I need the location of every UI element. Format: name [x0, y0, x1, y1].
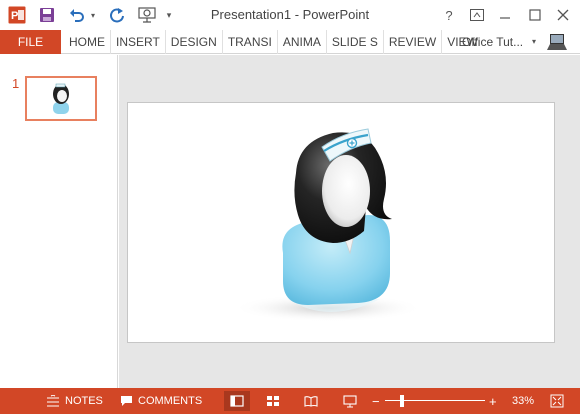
notes-button[interactable]: NOTES [46, 388, 103, 414]
svg-text:P: P [11, 10, 18, 22]
account-name[interactable]: Office Tut... [462, 30, 523, 54]
comments-label: COMMENTS [138, 395, 203, 407]
slide-sorter-icon [267, 396, 279, 406]
slide-show-button[interactable] [337, 391, 363, 411]
reading-view-button[interactable] [298, 391, 324, 411]
ribbon-tabs: HOME INSERT DESIGN TRANSI ANIMA SLIDE S … [64, 30, 483, 54]
tab-animations[interactable]: ANIMA [278, 30, 327, 54]
fit-to-window-icon [550, 394, 564, 408]
normal-view-button[interactable] [224, 391, 250, 411]
nurse-3d-figure[interactable] [128, 103, 554, 342]
tab-file[interactable]: FILE [0, 30, 61, 54]
zoom-in-button[interactable]: + [489, 388, 497, 414]
slide-show-icon [343, 394, 357, 407]
fit-slide-button[interactable] [544, 391, 570, 411]
undo-dropdown-icon[interactable]: ▾ [88, 4, 98, 26]
help-button[interactable]: ? [436, 4, 462, 26]
powerpoint-app-icon[interactable]: P [6, 4, 28, 26]
account-dropdown-icon[interactable]: ▾ [532, 30, 536, 54]
tab-transitions[interactable]: TRANSI [223, 30, 278, 54]
status-bar: NOTES COMMENTS − + 33% [0, 388, 580, 414]
close-icon[interactable] [550, 4, 576, 26]
comments-button[interactable]: COMMENTS [120, 388, 202, 414]
tab-insert[interactable]: INSERT [111, 30, 166, 54]
slide-thumbnail[interactable] [25, 76, 97, 121]
ribbon-tab-bar: FILE HOME INSERT DESIGN TRANSI ANIMA SLI… [0, 30, 580, 54]
slide-sorter-button[interactable] [260, 391, 286, 411]
save-icon[interactable] [36, 4, 58, 26]
reading-view-icon [304, 396, 318, 407]
tab-review[interactable]: REVIEW [384, 30, 443, 54]
start-from-beginning-icon[interactable] [136, 4, 158, 26]
redo-icon[interactable] [106, 4, 128, 26]
notes-icon [47, 395, 59, 407]
ribbon-display-options-icon[interactable] [464, 4, 490, 26]
slides-pane: 1 [0, 55, 118, 388]
maximize-icon[interactable] [522, 4, 548, 26]
notes-label: NOTES [65, 395, 103, 407]
zoom-level[interactable]: 33% [512, 388, 534, 414]
tab-slide-show[interactable]: SLIDE S [327, 30, 384, 54]
slide-canvas[interactable] [127, 102, 555, 343]
tab-design[interactable]: DESIGN [166, 30, 223, 54]
undo-icon[interactable] [66, 4, 88, 26]
account-avatar[interactable] [545, 32, 569, 52]
minimize-icon[interactable] [492, 4, 518, 26]
comments-icon [121, 396, 132, 406]
slide-number: 1 [12, 76, 20, 91]
slide-editor [119, 55, 580, 388]
zoom-slider-thumb[interactable] [399, 395, 404, 407]
thumbnail-nurse-icon [53, 83, 69, 114]
zoom-out-button[interactable]: − [372, 388, 380, 414]
tab-home[interactable]: HOME [64, 30, 111, 54]
title-bar: Presentation1 - PowerPoint P ▾ ▾ ? [0, 0, 580, 30]
customize-quick-access-icon[interactable]: ▾ [162, 4, 176, 26]
normal-view-icon [230, 395, 244, 407]
powerpoint-window: Presentation1 - PowerPoint P ▾ ▾ ? FILE … [0, 0, 580, 414]
